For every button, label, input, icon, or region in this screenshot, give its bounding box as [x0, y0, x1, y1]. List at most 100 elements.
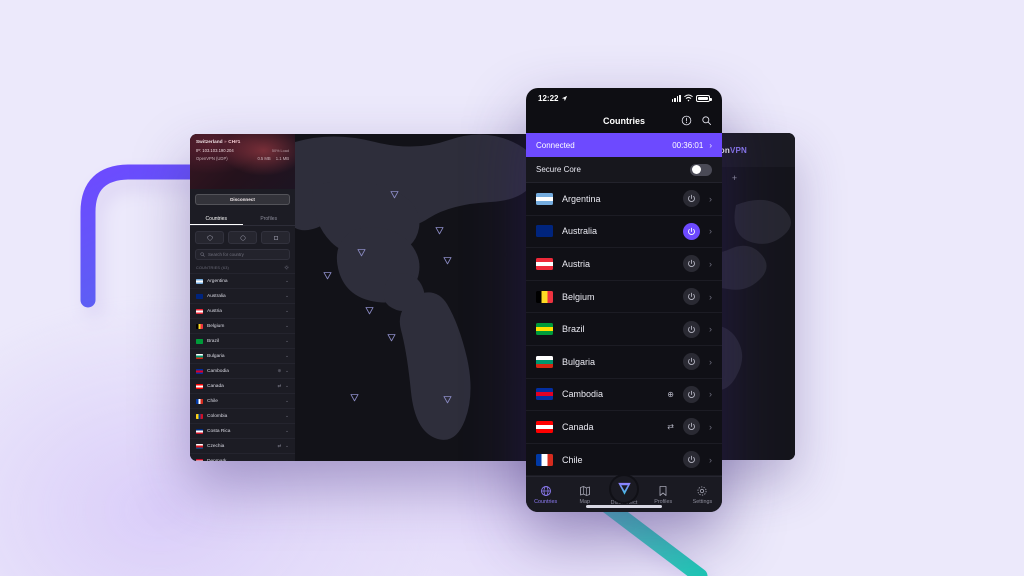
- chevron-right-icon[interactable]: ›: [709, 226, 712, 236]
- chevron-right-icon[interactable]: ›: [709, 259, 712, 269]
- map-server-pin[interactable]: [443, 252, 452, 265]
- chevron-down-icon[interactable]: ⌄: [285, 278, 289, 284]
- secure-core-row[interactable]: Secure Core: [526, 157, 722, 183]
- table-row[interactable]: Costa Rica ⌄: [190, 423, 295, 438]
- chevron-right-icon[interactable]: ›: [709, 422, 712, 432]
- chevron-down-icon[interactable]: ⌄: [285, 323, 289, 329]
- chevron-right-icon[interactable]: ›: [709, 357, 712, 367]
- tab-map[interactable]: Map: [565, 485, 604, 505]
- secure-core-toggle[interactable]: [690, 163, 712, 176]
- chevron-down-icon[interactable]: ⌄: [285, 308, 289, 314]
- power-toggle-button[interactable]: [683, 255, 700, 273]
- map-server-pin[interactable]: [387, 329, 396, 342]
- table-row[interactable]: Chile ⌄: [190, 393, 295, 408]
- map-server-pin[interactable]: [390, 186, 399, 199]
- map-server-pin[interactable]: [323, 267, 332, 280]
- map-server-pin[interactable]: [357, 244, 366, 257]
- country-name: Australia: [207, 293, 226, 299]
- p2p-icon: [273, 235, 278, 240]
- secure-core-label: Secure Core: [536, 165, 581, 174]
- power-toggle-button[interactable]: [683, 353, 700, 371]
- map-server-pin[interactable]: [435, 222, 444, 235]
- chevron-down-icon[interactable]: ⌄: [285, 293, 289, 299]
- power-toggle-button[interactable]: [683, 320, 700, 338]
- table-row[interactable]: Brazil ⌄: [190, 333, 295, 348]
- connected-status-bar[interactable]: Connected 00:36:01 ›: [526, 133, 722, 157]
- table-row[interactable]: Austria ⌄: [190, 303, 295, 318]
- chevron-down-icon[interactable]: ⌄: [285, 443, 289, 449]
- desktop-search-input[interactable]: Search for country: [195, 249, 290, 260]
- list-item[interactable]: Cambodia ⊕ ›: [526, 379, 722, 412]
- power-toggle-button[interactable]: [683, 385, 700, 403]
- globe-icon: [540, 485, 551, 496]
- power-toggle-button[interactable]: [683, 190, 700, 208]
- flag-icon: [196, 353, 203, 359]
- chevron-down-icon[interactable]: ⌄: [285, 413, 289, 419]
- tab-profiles[interactable]: Profiles: [644, 485, 683, 505]
- filter-tor[interactable]: [228, 231, 257, 244]
- chevron-down-icon[interactable]: ⌄: [285, 368, 289, 374]
- table-row[interactable]: Czechia ⇄ ⌄: [190, 438, 295, 453]
- tab-disconnect[interactable]: Disconnect: [604, 473, 643, 506]
- table-row[interactable]: Belgium ⌄: [190, 318, 295, 333]
- gear-icon[interactable]: [284, 265, 289, 270]
- table-row[interactable]: Colombia ⌄: [190, 408, 295, 423]
- disconnect-fab[interactable]: [609, 473, 639, 504]
- list-item[interactable]: Brazil ›: [526, 313, 722, 346]
- chevron-right-icon[interactable]: ›: [709, 194, 712, 204]
- list-item[interactable]: Australia ›: [526, 216, 722, 249]
- server-separator: »: [224, 139, 227, 144]
- tab-countries[interactable]: Countries: [190, 213, 243, 225]
- phone-nav-bar: Countries: [526, 108, 722, 133]
- chevron-right-icon[interactable]: ›: [709, 455, 712, 465]
- desktop-country-list[interactable]: Argentina ⌄ Australia ⌄ Austria ⌄ Belgium ⌄ Braz…: [190, 273, 295, 461]
- power-toggle-button[interactable]: [683, 451, 700, 469]
- search-icon[interactable]: [701, 115, 712, 126]
- table-row[interactable]: Argentina ⌄: [190, 273, 295, 288]
- table-row[interactable]: Australia ⌄: [190, 288, 295, 303]
- chevron-down-icon[interactable]: ⌄: [285, 353, 289, 359]
- table-row[interactable]: Cambodia ⊕ ⌄: [190, 363, 295, 378]
- map-server-pin[interactable]: [443, 391, 452, 404]
- info-icon[interactable]: [681, 115, 692, 126]
- table-row[interactable]: Denmark ⌄: [190, 453, 295, 461]
- map-server-pin[interactable]: [350, 389, 359, 402]
- chevron-down-icon[interactable]: ⌄: [285, 398, 289, 404]
- table-row[interactable]: Bulgaria ⌄: [190, 348, 295, 363]
- power-toggle-button[interactable]: [683, 288, 700, 306]
- table-row[interactable]: Canada ⇄ ⌄: [190, 378, 295, 393]
- tab-profiles[interactable]: Profiles: [243, 213, 296, 225]
- tab-countries[interactable]: Countries: [526, 485, 565, 505]
- list-item[interactable]: Bulgaria ›: [526, 346, 722, 379]
- list-item[interactable]: Argentina ›: [526, 183, 722, 216]
- desktop-disconnect-button[interactable]: Disconnect: [195, 194, 290, 205]
- power-toggle-button[interactable]: [683, 418, 700, 436]
- phone-nav-actions: [681, 115, 712, 126]
- tab-profiles-label: Profiles: [654, 498, 673, 505]
- phone-tab-bar[interactable]: Countries Map Disconnect Profiles Settin…: [526, 473, 722, 512]
- flag-icon: [196, 458, 203, 461]
- tab-settings[interactable]: Settings: [683, 485, 722, 505]
- flag-icon: [196, 428, 203, 434]
- list-item[interactable]: Austria ›: [526, 248, 722, 281]
- page-title: Countries: [602, 115, 645, 126]
- chevron-down-icon[interactable]: ⌄: [285, 428, 289, 434]
- list-item[interactable]: Chile ›: [526, 444, 722, 476]
- map-server-pin[interactable]: [365, 302, 374, 315]
- chevron-down-icon[interactable]: ⌄: [285, 458, 289, 461]
- zoom-in-button[interactable]: +: [732, 173, 737, 183]
- phone-country-list[interactable]: Argentina › Australia › Austria › Belgium › Braz…: [526, 183, 722, 476]
- list-item[interactable]: Canada ⇄ ›: [526, 411, 722, 444]
- chevron-down-icon[interactable]: ⌄: [285, 383, 289, 389]
- chevron-right-icon[interactable]: ›: [709, 389, 712, 399]
- filter-secure-core[interactable]: [195, 231, 224, 244]
- list-item[interactable]: Belgium ›: [526, 281, 722, 314]
- desktop-list-header: COUNTRIES (63): [190, 260, 295, 273]
- chevron-right-icon[interactable]: ›: [709, 324, 712, 334]
- p2p-icon: ⇄: [277, 443, 282, 448]
- chevron-down-icon[interactable]: ⌄: [285, 338, 289, 344]
- filter-p2p[interactable]: [261, 231, 290, 244]
- power-toggle-button[interactable]: [683, 222, 700, 240]
- chevron-right-icon[interactable]: ›: [709, 292, 712, 302]
- phone-mockup[interactable]: 12:22 Countries Connected 00:36:01 › Sec…: [526, 88, 722, 512]
